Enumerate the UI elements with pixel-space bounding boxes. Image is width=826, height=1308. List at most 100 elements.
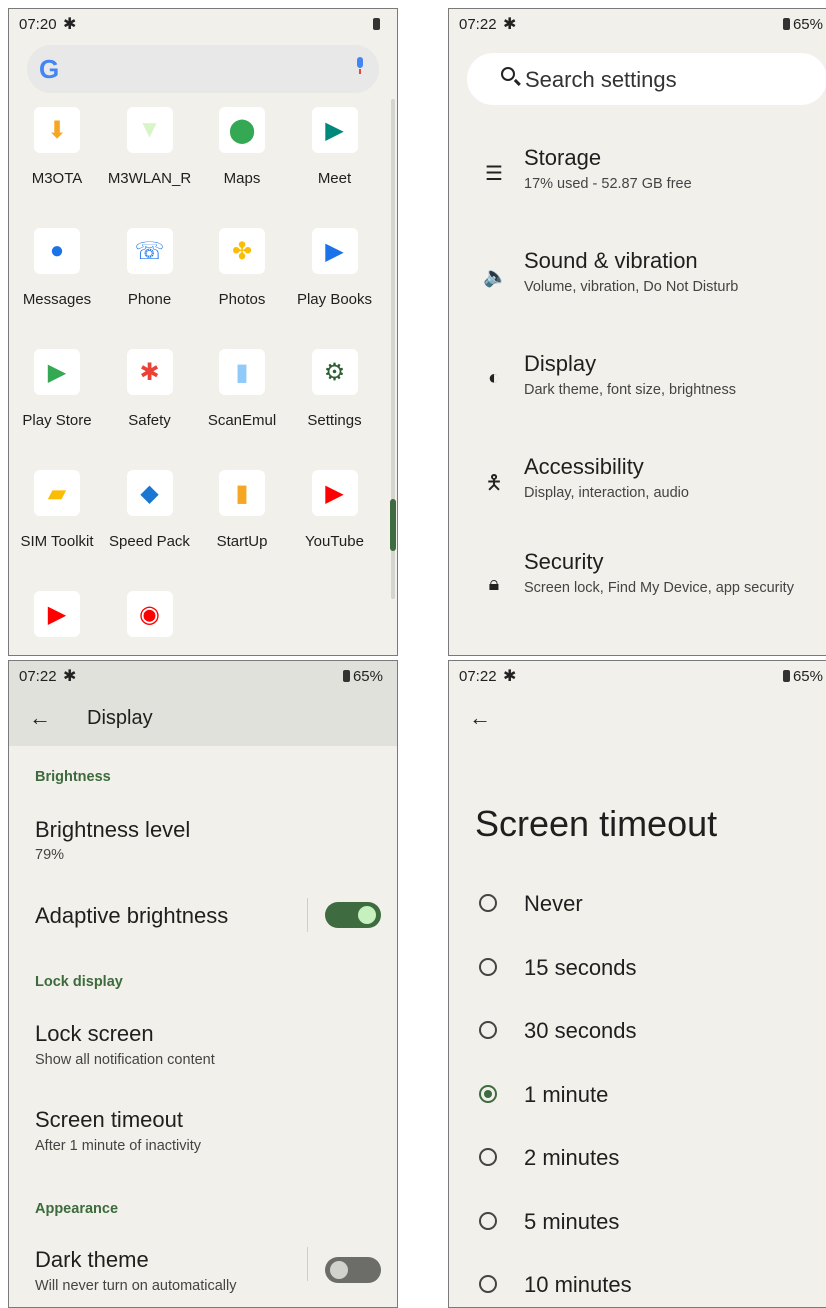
timeout-option[interactable]: 1 minute xyxy=(449,1074,826,1114)
gear-icon: ✱ xyxy=(63,16,77,33)
option-label: 5 minutes xyxy=(524,1208,620,1234)
adaptive-brightness-toggle[interactable] xyxy=(325,902,381,928)
app-tile[interactable]: ⚙ Settings xyxy=(289,349,381,429)
battery-icon xyxy=(782,18,790,30)
app-tile[interactable]: ⬤ Maps xyxy=(196,107,288,187)
app-label: Photos xyxy=(218,291,266,308)
app-label: Messages xyxy=(22,291,92,308)
option-label: 30 seconds xyxy=(524,1018,637,1043)
item-title: Screen timeout xyxy=(35,1107,183,1132)
item-title: Lock screen xyxy=(35,1021,154,1046)
app-label: SIM Toolkit xyxy=(20,533,94,550)
google-search-bar[interactable]: G xyxy=(27,45,379,93)
safety-asterisk-icon: ✱ xyxy=(126,349,173,395)
brightness-icon: ◐ xyxy=(487,367,501,389)
app-tile[interactable]: ✱ Safety xyxy=(104,349,196,429)
microphone-icon[interactable] xyxy=(355,57,365,74)
timeout-option[interactable]: Never xyxy=(449,883,826,923)
item-title: Brightness level xyxy=(35,817,191,842)
app-tile[interactable]: ▰ SIM Toolkit xyxy=(11,470,103,550)
timeout-option[interactable]: 10 minutes xyxy=(449,1264,826,1304)
book-play-icon: ▶ xyxy=(311,228,358,274)
scrollbar-thumb[interactable] xyxy=(390,499,396,551)
app-tile[interactable]: ⬇ M3OTA xyxy=(11,107,103,187)
app-tile[interactable]: ● Messages xyxy=(11,228,103,308)
divider xyxy=(307,1247,308,1281)
app-label: Speed Pack xyxy=(109,533,190,550)
settings-item-title: Accessibility xyxy=(524,454,644,479)
play-triangle-icon: ▶ xyxy=(34,349,80,395)
app-tile[interactable]: ▶ YouTube xyxy=(289,470,381,550)
app-tile[interactable]: ✤ Photos xyxy=(196,228,288,308)
app-tile[interactable]: ▶ xyxy=(11,591,103,637)
speed-box-icon: ◆ xyxy=(126,470,173,516)
youtube-play-icon: ▶ xyxy=(311,470,358,516)
settings-item-subtitle: Dark theme, font size, brightness xyxy=(524,382,736,398)
app-label: Meet xyxy=(317,170,352,187)
battery-status: 65% xyxy=(342,668,383,685)
download-device-icon: ⬇ xyxy=(34,107,80,153)
battery-status: 65% xyxy=(782,668,823,685)
settings-item-title: Storage xyxy=(524,145,602,170)
video-camera-icon: ▶ xyxy=(311,107,358,153)
option-label: 15 seconds xyxy=(524,954,637,980)
radio-button[interactable] xyxy=(479,1275,497,1293)
screen-timeout-panel: 07:22 ✱ 65% ← Screen timeout Never 15 sec… xyxy=(448,660,826,1308)
app-tile[interactable]: ▶ Play Books xyxy=(289,228,381,308)
radio-button[interactable] xyxy=(479,1148,497,1166)
gear-icon: ✱ xyxy=(503,16,517,33)
battery-status: 65% xyxy=(782,16,823,33)
app-tile[interactable]: ▶ Play Store xyxy=(11,349,103,429)
radio-button[interactable] xyxy=(479,1211,497,1230)
search-icon xyxy=(501,67,515,81)
option-label: Never xyxy=(524,891,583,916)
app-tile[interactable]: ☏ Phone xyxy=(104,228,196,308)
settings-item-subtitle: Volume, vibration, Do Not Disturb xyxy=(524,279,739,295)
app-tile[interactable]: ◆ Speed Pack xyxy=(104,470,196,550)
settings-item-title: Display xyxy=(524,351,597,376)
settings-item-subtitle: 17% used - 52.87 GB free xyxy=(524,176,692,192)
item-subtitle: After 1 minute of inactivity xyxy=(35,1138,202,1154)
search-settings-field[interactable]: Search settings xyxy=(467,53,826,105)
option-label: 2 minutes xyxy=(524,1145,620,1170)
search-placeholder: Search settings xyxy=(525,67,677,92)
status-time: 07:20 xyxy=(19,16,57,33)
app-label: Phone xyxy=(127,291,172,308)
battery-percent: 65% xyxy=(792,16,823,33)
app-tile[interactable]: ▼ M3WLAN_R xyxy=(104,107,196,187)
app-tile[interactable]: ◉ xyxy=(104,591,196,637)
timeout-option[interactable]: 2 minutes xyxy=(449,1137,826,1177)
app-tile[interactable]: ▮ StartUp xyxy=(196,470,288,550)
app-tile[interactable]: ▮ ScanEmul xyxy=(196,349,288,429)
battery-percent: 65% xyxy=(352,668,383,685)
accessibility-icon: 🯅 xyxy=(485,472,503,494)
phone-handset-icon: ☏ xyxy=(126,228,173,274)
app-tile[interactable]: ▶ Meet xyxy=(289,107,381,187)
brightness-value: 79% xyxy=(35,847,65,863)
timeout-option[interactable]: 30 seconds xyxy=(449,1010,826,1050)
app-label: Play Store xyxy=(22,412,92,429)
radio-button[interactable] xyxy=(479,957,497,976)
radio-button[interactable] xyxy=(479,1084,497,1103)
category-lock-display: Lock display xyxy=(35,974,123,990)
status-bar: 07:22 ✱ 65% xyxy=(449,9,826,39)
gear-icon: ⚙ xyxy=(311,349,358,395)
page-title: Screen timeout xyxy=(475,803,718,844)
timeout-option[interactable]: 15 seconds xyxy=(449,947,826,987)
back-arrow-icon[interactable]: ← xyxy=(29,705,51,731)
status-bar: 07:20 ✱ xyxy=(9,9,397,39)
google-logo-icon: G xyxy=(39,54,60,84)
app-label: YouTube xyxy=(305,533,364,550)
radio-button[interactable] xyxy=(479,1021,497,1039)
dark-theme-toggle[interactable] xyxy=(325,1257,381,1283)
radio-button[interactable] xyxy=(479,894,497,912)
gear-icon: ✱ xyxy=(503,668,517,685)
app-label: Maps xyxy=(223,170,261,187)
app-label: Safety xyxy=(128,412,171,429)
app-label: Play Books xyxy=(296,291,373,308)
back-arrow-icon[interactable]: ← xyxy=(469,705,491,731)
option-label: 1 minute xyxy=(524,1081,609,1107)
app-bar: ← Display xyxy=(9,691,397,746)
timeout-option[interactable]: 5 minutes xyxy=(449,1201,826,1241)
lock-icon: 🔒︎ xyxy=(488,573,500,595)
